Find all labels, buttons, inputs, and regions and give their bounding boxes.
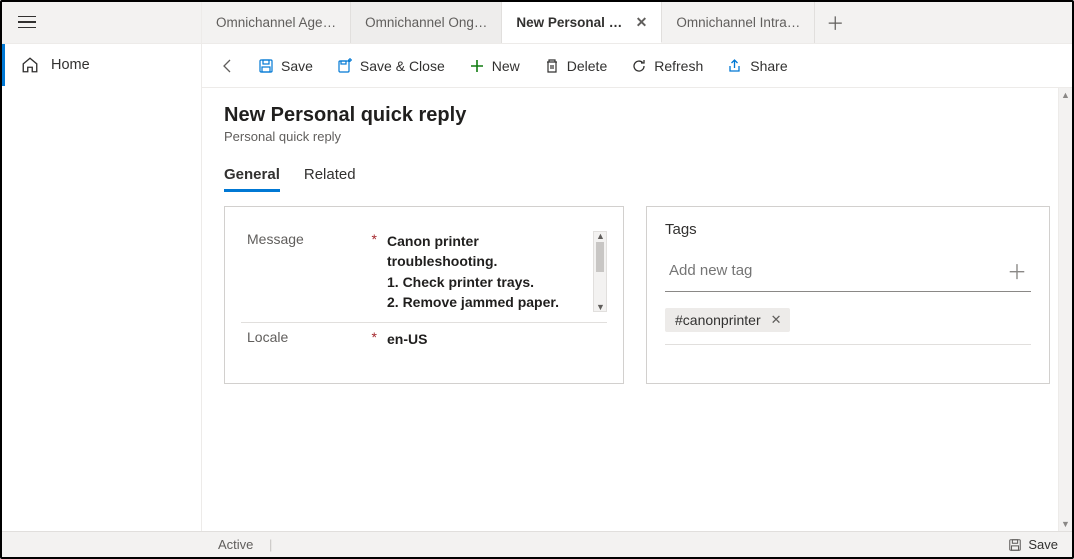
tab-label: Omnichannel Ong…: [365, 15, 487, 30]
refresh-icon: [631, 58, 647, 74]
share-button[interactable]: Share: [717, 50, 797, 82]
cmd-label: Refresh: [654, 58, 703, 74]
save-button[interactable]: Save: [248, 50, 323, 82]
required-indicator: *: [372, 231, 377, 247]
tab-strip: Omnichannel Age… Omnichannel Ong… New Pe…: [202, 2, 1072, 43]
new-button[interactable]: New: [459, 50, 530, 82]
close-icon[interactable]: ✕: [636, 14, 648, 31]
save-icon: [258, 58, 274, 74]
scroll-down-icon: ▼: [596, 302, 605, 312]
tag-label: #canonprinter: [675, 312, 761, 328]
cmd-label: Share: [750, 58, 787, 74]
tags-card: Tags ＋ #canonprinter ✕: [646, 206, 1050, 384]
statusbar-save-label: Save: [1028, 537, 1058, 552]
delete-button[interactable]: Delete: [534, 50, 617, 82]
cmd-label: Delete: [567, 58, 607, 74]
record-status: Active: [218, 537, 253, 552]
cmd-label: Save & Close: [360, 58, 445, 74]
scroll-down-icon: ▼: [1061, 519, 1070, 529]
page-title: New Personal quick reply: [224, 104, 1050, 127]
sidebar-item-label: Home: [51, 57, 90, 73]
add-tag-input[interactable]: [669, 262, 1007, 279]
trash-icon: [544, 58, 560, 74]
plus-icon: ＋: [826, 10, 844, 36]
tab-related[interactable]: Related: [304, 166, 356, 192]
hamburger-menu[interactable]: [18, 16, 36, 30]
tab-omnichannel-intraday[interactable]: Omnichannel Intra…: [662, 2, 815, 43]
message-label: Message *: [247, 231, 387, 247]
sidebar-item-home[interactable]: Home: [2, 44, 201, 86]
message-scrollbar[interactable]: ▲ ▼: [593, 231, 607, 312]
general-card: Message * Canon printer troubleshooting.…: [224, 206, 624, 384]
tab-label: Omnichannel Age…: [216, 15, 336, 30]
locale-label: Locale *: [247, 329, 387, 345]
save-icon: [1008, 538, 1022, 552]
plus-icon: [469, 58, 485, 74]
page-subtitle: Personal quick reply: [224, 129, 1050, 144]
tags-section-title: Tags: [665, 221, 1031, 238]
refresh-button[interactable]: Refresh: [621, 50, 713, 82]
scroll-up-icon: ▲: [596, 231, 605, 241]
add-tag-button[interactable]: ＋: [1007, 256, 1031, 285]
tab-omnichannel-agent[interactable]: Omnichannel Age…: [202, 2, 351, 43]
sidebar: Home: [2, 44, 202, 531]
content-scrollbar[interactable]: ▲ ▼: [1058, 88, 1072, 531]
tab-general[interactable]: General: [224, 166, 280, 192]
status-divider: |: [269, 537, 272, 552]
scroll-up-icon: ▲: [1061, 90, 1070, 100]
tag-chip[interactable]: #canonprinter ✕: [665, 308, 790, 332]
tab-label: New Personal quick reply: [516, 15, 625, 30]
home-icon: [21, 56, 39, 74]
status-bar: Active | Save: [2, 531, 1072, 557]
message-field[interactable]: Canon printer troubleshooting. 1. Check …: [387, 231, 593, 312]
tab-omnichannel-ongoing[interactable]: Omnichannel Ong…: [351, 2, 502, 43]
back-button[interactable]: [212, 58, 244, 74]
save-and-close-button[interactable]: Save & Close: [327, 50, 455, 82]
new-tab-button[interactable]: ＋: [815, 2, 855, 43]
cmd-label: New: [492, 58, 520, 74]
locale-field[interactable]: en-US: [387, 329, 607, 349]
share-icon: [727, 58, 743, 74]
required-indicator: *: [372, 329, 377, 345]
command-bar: Save Save & Close New Delete: [202, 44, 1072, 88]
save-close-icon: [337, 58, 353, 74]
tab-new-personal-quick-reply[interactable]: New Personal quick reply ✕: [502, 2, 662, 43]
tab-label: Omnichannel Intra…: [676, 15, 800, 30]
cmd-label: Save: [281, 58, 313, 74]
statusbar-save-button[interactable]: Save: [1008, 537, 1058, 552]
remove-tag-icon[interactable]: ✕: [771, 312, 782, 328]
